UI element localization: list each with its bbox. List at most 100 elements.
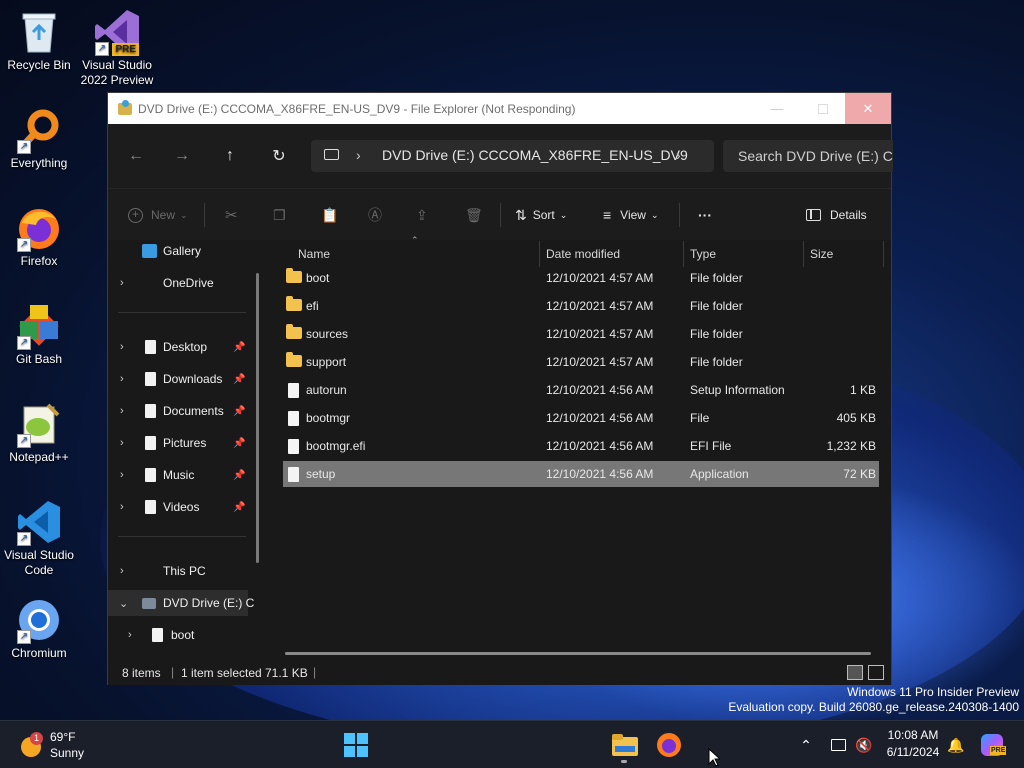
cut-button[interactable]: ✂ [225,201,238,229]
folder-icon [145,468,156,482]
chevron-right-icon[interactable]: › [120,501,124,513]
chevron-right-icon[interactable]: › [128,629,132,641]
search-input[interactable]: Search DVD Drive (E:) CCC [723,140,893,172]
sidebar-item-dvd-drive[interactable]: ⌄ DVD Drive (E:) C [108,590,254,616]
file-row[interactable]: bootmgr 12/10/2021 4:56 AM File 405 KB [283,405,879,431]
pin-icon: 📌 [233,501,246,513]
chevron-down-icon: ⌄ [180,209,188,220]
column-divider[interactable] [683,241,684,267]
title-bar[interactable]: DVD Drive (E:) CCCOMA_X86FRE_EN-US_DV9 -… [108,93,891,124]
show-hidden-icons-button[interactable]: ⌃ [790,729,822,761]
new-button[interactable]: + New ⌄ [128,201,188,229]
share-button[interactable]: ⇪ [416,201,428,229]
sidebar-item-this-pc[interactable]: › This PC [108,558,258,584]
sort-icon: ⇅ [515,206,527,223]
column-divider[interactable] [883,241,884,267]
sidebar-item-desktop[interactable]: › Desktop 📌 [108,334,258,360]
file-icon [288,439,299,454]
plus-circle-icon: + [128,207,143,223]
sidebar-item-documents[interactable]: › Documents 📌 [108,398,258,424]
chevron-right-icon[interactable]: › [120,373,124,385]
taskbar-file-explorer[interactable] [609,729,641,763]
details-view-icon[interactable] [847,665,863,680]
file-row[interactable]: boot 12/10/2021 4:57 AM File folder [283,265,879,291]
breadcrumb-location[interactable]: DVD Drive (E:) CCCOMA_X86FRE_EN-US_DV9 [382,147,688,163]
column-divider[interactable] [539,241,540,267]
weather-widget[interactable]: 1 69°F Sunny [16,728,96,762]
desktop-icon-everything[interactable]: ↗ Everything [0,106,78,171]
sidebar-scrollbar[interactable] [256,273,259,563]
column-header-date[interactable]: Date modified [546,241,620,267]
rename-button[interactable]: Ⓐ [368,201,382,229]
shortcut-arrow-icon: ↗ [17,630,31,644]
file-type: File folder [690,299,743,313]
start-button[interactable] [340,729,372,761]
desktop-icon-vscode[interactable]: ↗ Visual Studio Code [0,498,78,578]
minimize-button[interactable]: — [755,93,799,124]
copilot-pre-badge: PRE [990,746,1007,755]
copy-button[interactable]: ❐ [273,201,286,229]
sidebar-item-onedrive[interactable]: › OneDrive [108,270,258,296]
column-header-name[interactable]: Name [298,241,330,267]
breadcrumb-chevron-icon[interactable]: › [676,147,681,163]
delete-button[interactable]: 🗑 [465,201,483,229]
column-header-size[interactable]: Size [810,241,833,267]
bell-icon: 🔔 [947,736,965,753]
maximize-button[interactable] [801,93,845,124]
more-options-button[interactable]: ··· [698,201,712,229]
details-pane-button[interactable]: Details [806,201,867,229]
shortcut-arrow-icon: ↗ [17,532,31,546]
view-button[interactable]: ≡ View ⌄ [603,201,659,229]
refresh-button[interactable]: ↻ [263,140,295,172]
chevron-down-icon[interactable]: ⌄ [119,597,128,610]
desktop-icon-git-bash[interactable]: ↗ Git Bash [0,302,78,367]
column-divider[interactable] [803,241,804,267]
file-row[interactable]: bootmgr.efi 12/10/2021 4:56 AM EFI File … [283,433,879,459]
taskbar-firefox[interactable] [653,729,685,761]
up-button[interactable]: ↑ [214,140,246,172]
tiles-view-icon[interactable] [868,665,884,680]
sidebar-divider [118,312,246,313]
file-row[interactable]: efi 12/10/2021 4:57 AM File folder [283,293,879,319]
column-header-type[interactable]: Type [690,241,716,267]
desktop-icon-recycle-bin[interactable]: Recycle Bin [0,8,78,73]
paste-button[interactable]: 📋 [321,201,338,229]
running-indicator [621,760,627,763]
file-size: 405 KB [836,411,876,425]
copilot-button[interactable]: PRE [976,729,1008,761]
file-type: File folder [690,327,743,341]
sidebar-item-downloads[interactable]: › Downloads 📌 [108,366,258,392]
file-row[interactable]: autorun 12/10/2021 4:56 AM Setup Informa… [283,377,879,403]
file-row[interactable]: support 12/10/2021 4:57 AM File folder [283,349,879,375]
sidebar-item-boot[interactable]: › boot [108,622,258,648]
sort-button[interactable]: ⇅ Sort ⌄ [515,201,567,229]
chevron-right-icon[interactable]: › [120,469,124,481]
chevron-right-icon[interactable]: › [120,277,124,289]
toolbar-divider [679,203,680,227]
back-button[interactable]: ← [120,140,152,172]
chevron-right-icon[interactable]: › [120,341,124,353]
horizontal-scrollbar[interactable] [285,652,871,655]
sidebar-item-pictures[interactable]: › Pictures 📌 [108,430,258,456]
file-row-selected[interactable]: setup 12/10/2021 4:56 AM Application 72 … [283,461,879,487]
desktop-icon-chromium[interactable]: ↗ Chromium [0,596,78,661]
sidebar-item-gallery[interactable]: Gallery [108,241,258,264]
desktop-icon-visual-studio-preview[interactable]: PRE ↗ Visual Studio 2022 Preview [78,8,156,88]
forward-button[interactable]: → [166,140,198,172]
chevron-right-icon[interactable]: › [120,565,124,577]
desktop-icon-firefox[interactable]: ↗ Firefox [0,204,78,269]
file-name: bootmgr.efi [306,439,366,453]
close-button[interactable]: ✕ [845,93,891,124]
volume-button[interactable]: 🔇 [848,729,880,761]
command-bar: + New ⌄ ✂ ❐ 📋 Ⓐ ⇪ 🗑 ⇅ Sort ⌄ ≡ View ⌄ ··… [108,188,891,240]
clock[interactable]: 10:08 AM 6/11/2024 [880,727,946,761]
sidebar-item-videos[interactable]: › Videos 📌 [108,494,258,520]
shortcut-arrow-icon: ↗ [17,140,31,154]
address-bar[interactable]: › DVD Drive (E:) CCCOMA_X86FRE_EN-US_DV9… [311,140,714,172]
sidebar-item-music[interactable]: › Music 📌 [108,462,258,488]
chevron-right-icon[interactable]: › [120,405,124,417]
file-row[interactable]: sources 12/10/2021 4:57 AM File folder [283,321,879,347]
notifications-button[interactable]: 🔔 [940,729,972,761]
desktop-icon-notepad-plus-plus[interactable]: ↗ Notepad++ [0,400,78,465]
chevron-right-icon[interactable]: › [120,437,124,449]
